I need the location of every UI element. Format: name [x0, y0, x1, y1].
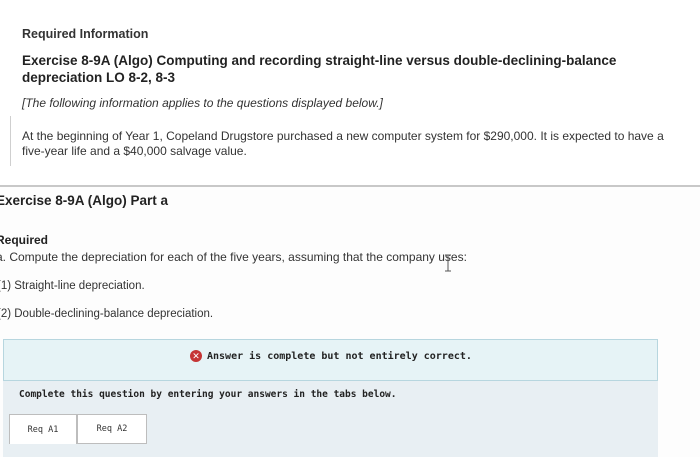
part-heading: Exercise 8-9A (Algo) Part a	[0, 193, 169, 208]
exercise-title: Exercise 8-9A (Algo) Computing and recor…	[22, 53, 617, 85]
info-line-1: At the beginning of Year 1, Copeland Dru…	[22, 129, 664, 143]
required-label: Required	[0, 233, 49, 247]
tab-req-a2[interactable]: Req A2	[77, 414, 147, 444]
x-circle-icon: ✕	[190, 350, 202, 362]
tab-req-a1[interactable]: Req A1	[9, 414, 77, 444]
tabs-instructions: Complete this question by entering your …	[19, 389, 397, 400]
answer-status-text: Answer is complete but not entirely corr…	[207, 350, 472, 362]
option-straight-line: (1) Straight-line depreciation.	[0, 280, 145, 292]
info-text: At the beginning of Year 1, Copeland Dru…	[22, 129, 700, 159]
question-text: a. Compute the depreciation for each of …	[0, 250, 467, 264]
info-line-2: five-year life and a $40,000 salvage val…	[22, 144, 247, 158]
section-divider	[0, 185, 700, 187]
answer-status: ✕ Answer is complete but not entirely co…	[190, 350, 472, 362]
info-note: [The following information applies to th…	[22, 96, 383, 110]
text-cursor-icon	[445, 254, 451, 272]
option-double-declining: (2) Double-declining-balance depreciatio…	[0, 308, 214, 320]
required-information-title: Required Information	[22, 27, 149, 41]
